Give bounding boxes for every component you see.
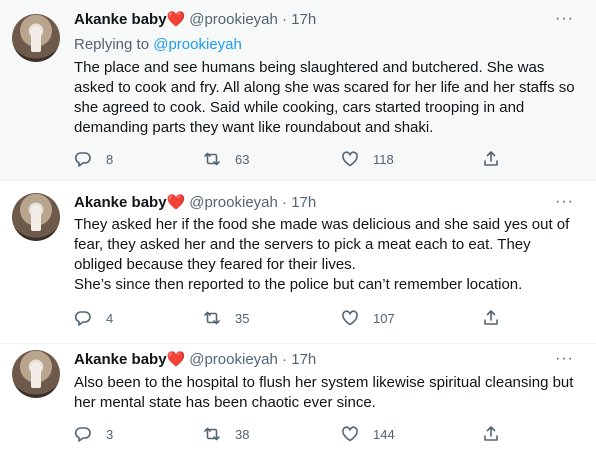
tweet-text-line: She’s since then reported to the police … (74, 276, 523, 293)
like-button[interactable]: 144 (341, 424, 395, 444)
separator-dot: · (282, 11, 288, 28)
more-options-icon[interactable]: ··· (555, 10, 574, 28)
tweet[interactable]: Akanke baby❤️ @prookieyah · 17h ··· Reply… (0, 0, 596, 180)
reply-icon (74, 427, 91, 442)
tweet-header: Akanke baby❤️ @prookieyah · 17h (74, 10, 316, 30)
reply-icon (74, 311, 91, 326)
reply-icon (74, 152, 91, 167)
action-bar: 3 38 144 (74, 424, 514, 444)
reply-count: 8 (106, 151, 114, 167)
tweet-text: The place and see humans being slaughter… (74, 58, 586, 138)
heart-emoji: ❤️ (166, 194, 186, 211)
timestamp[interactable]: 17h (291, 351, 316, 368)
share-button[interactable] (482, 308, 514, 328)
action-bar: 4 35 107 (74, 308, 514, 328)
heart-emoji: ❤️ (166, 11, 186, 28)
tweet[interactable]: Akanke baby❤️ @prookieyah · 17h ··· Also … (0, 343, 596, 456)
retweet-icon (204, 311, 220, 325)
share-icon (484, 310, 498, 325)
retweet-icon (204, 427, 220, 441)
like-icon (342, 310, 358, 326)
author-name[interactable]: Akanke baby (74, 351, 167, 368)
avatar[interactable] (12, 14, 60, 62)
retweet-button[interactable]: 38 (203, 424, 249, 444)
avatar[interactable] (12, 350, 60, 398)
reply-button[interactable]: 4 (74, 308, 113, 328)
tweet-text: Also been to the hospital to flush her s… (74, 373, 586, 413)
retweet-count: 38 (235, 426, 250, 442)
tweet-text-line: asked to cook and fry. All along she was… (74, 79, 575, 96)
timestamp[interactable]: 17h (291, 194, 316, 211)
tweet-text: They asked her if the food she made was … (74, 215, 586, 295)
tweet-text-line: she agreed to cook. Said while cooking, … (74, 99, 525, 116)
tweet-text-line: fear, they asked her and the servers to … (74, 236, 531, 253)
tweet-text-line: Also been to the hospital to flush her s… (74, 374, 574, 391)
like-count: 107 (373, 310, 395, 326)
tweet-header: Akanke baby❤️ @prookieyah · 17h (74, 193, 316, 213)
author-handle[interactable]: @prookieyah (189, 351, 278, 368)
author-name[interactable]: Akanke baby (74, 11, 167, 28)
like-count: 144 (373, 426, 395, 442)
like-count: 118 (373, 151, 394, 167)
action-bar: 8 63 118 (74, 149, 514, 169)
reply-count: 3 (106, 426, 114, 442)
more-options-icon[interactable]: ··· (555, 193, 574, 211)
tweet[interactable]: Akanke baby❤️ @prookieyah · 17h ··· They … (0, 180, 596, 343)
tweet-text-line: her mental state has been chaotic ever s… (74, 394, 376, 411)
like-icon (342, 426, 358, 442)
retweet-icon (204, 152, 220, 166)
reply-count: 4 (106, 310, 114, 326)
timestamp[interactable]: 17h (291, 11, 316, 28)
reply-button[interactable]: 3 (74, 424, 113, 444)
like-button[interactable]: 107 (341, 308, 395, 328)
share-icon (484, 151, 498, 166)
author-handle[interactable]: @prookieyah (189, 11, 278, 28)
replying-to-label: Replying to (74, 36, 154, 53)
tweet-text-line: obliged because they feared for their li… (74, 256, 356, 273)
separator-dot: · (282, 194, 288, 211)
share-icon (484, 426, 498, 441)
retweet-count: 35 (235, 310, 250, 326)
tweet-text-line: They asked her if the food she made was … (74, 216, 570, 233)
retweet-count: 63 (235, 151, 250, 167)
tweet-header: Akanke baby❤️ @prookieyah · 17h (74, 350, 316, 370)
replying-to-handle[interactable]: @prookieyah (153, 36, 242, 53)
more-options-icon[interactable]: ··· (555, 350, 574, 368)
heart-emoji: ❤️ (166, 351, 186, 368)
like-icon (342, 151, 358, 167)
retweet-button[interactable]: 35 (203, 308, 249, 328)
like-button[interactable]: 118 (341, 149, 394, 169)
author-handle[interactable]: @prookieyah (189, 194, 278, 211)
share-button[interactable] (482, 149, 514, 169)
share-button[interactable] (482, 424, 514, 444)
tweet-text-line: The place and see humans being slaughter… (74, 59, 545, 76)
author-name[interactable]: Akanke baby (74, 194, 167, 211)
separator-dot: · (282, 351, 288, 368)
reply-button[interactable]: 8 (74, 149, 113, 169)
tweet-text-line: demanding parts they want like roundabou… (74, 119, 434, 136)
retweet-button[interactable]: 63 (203, 149, 249, 169)
avatar[interactable] (12, 193, 60, 241)
replying-to: Replying to @prookieyah (74, 36, 242, 53)
